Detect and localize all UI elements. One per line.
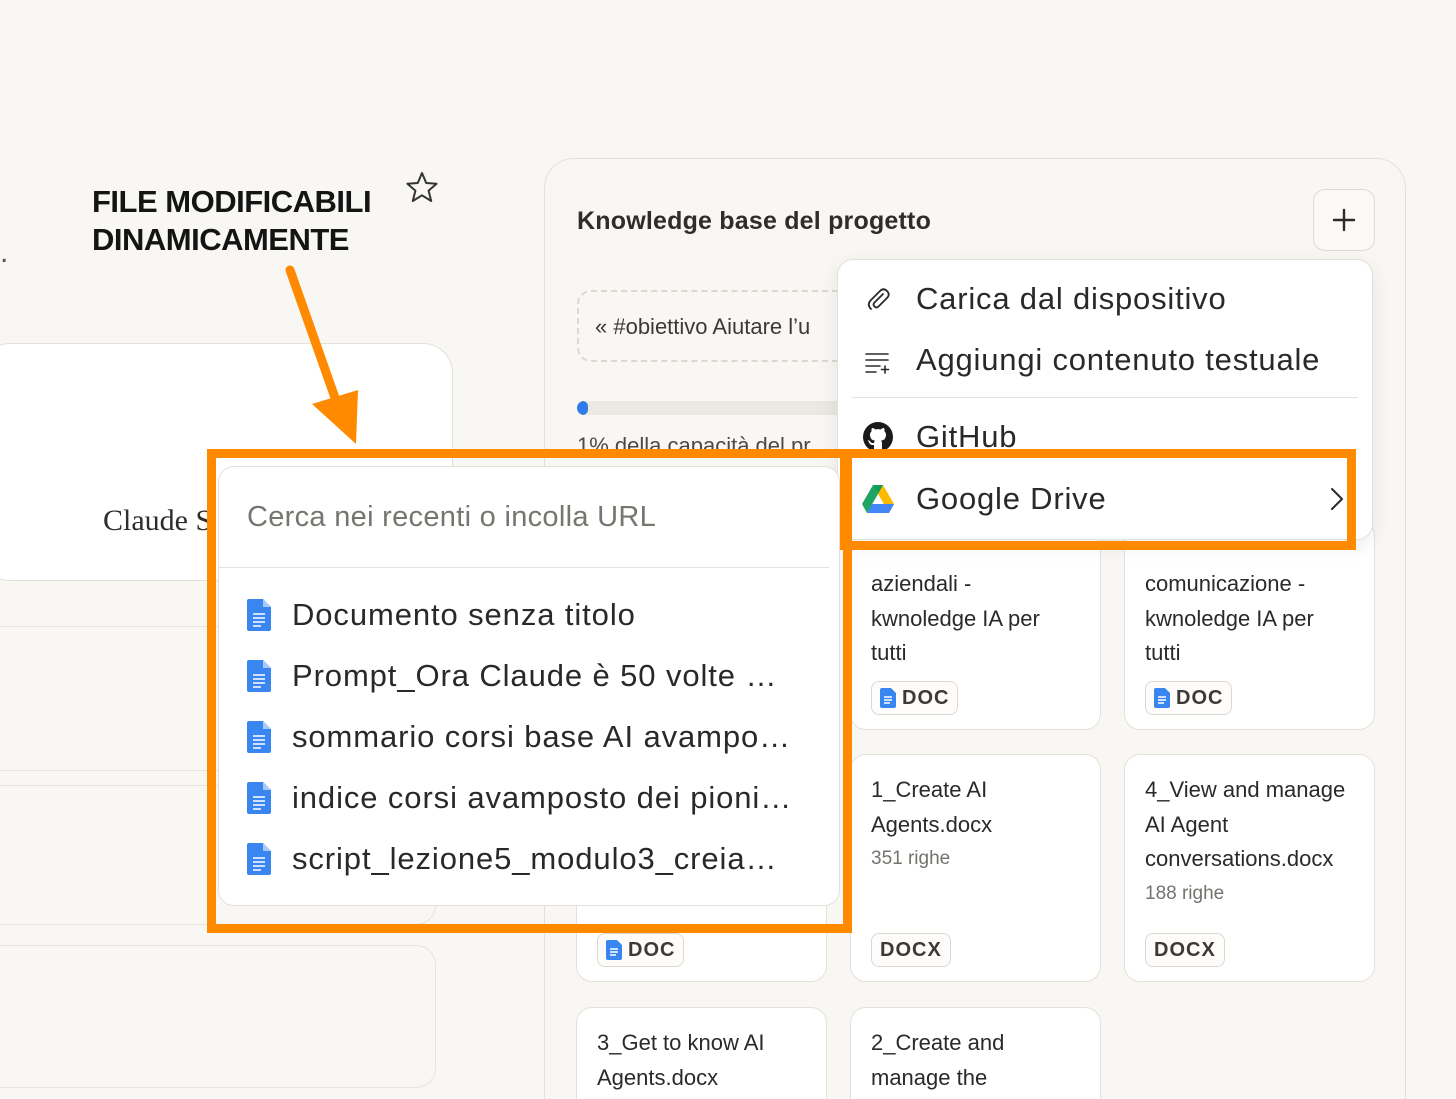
file-type-badge: DOCX — [871, 933, 951, 967]
doc-icon — [606, 940, 622, 960]
capacity-bar — [577, 401, 877, 415]
instructions-preview: « #obiettivo Aiutare l’u — [595, 314, 811, 339]
doc-icon — [880, 688, 896, 708]
add-knowledge-button[interactable] — [1313, 189, 1375, 251]
file-name: 4_View and manage AI Agent conversations… — [1145, 777, 1346, 871]
file-card[interactable]: aziendali - kwnoledge IA per tutti DOC — [850, 520, 1101, 730]
file-card[interactable]: comunicazione - kwnoledge IA per tutti D… — [1124, 520, 1375, 730]
file-name: 2_Create and manage the — [871, 1030, 1005, 1090]
file-type-badge: DOCX — [1145, 933, 1225, 967]
file-name: 3_Get to know AI Agents.docx — [597, 1030, 765, 1090]
file-name: 1_Create AI Agents.docx — [871, 777, 993, 837]
file-type-badge: DOC — [597, 933, 685, 967]
file-line-count: 351 righe — [871, 848, 951, 869]
annotation-label: FILE MODIFICABILI DINAMICAMENTE — [92, 183, 372, 259]
menu-item-upload[interactable]: Carica dal dispositivo — [838, 271, 1372, 327]
file-name: comunicazione - kwnoledge IA per tutti — [1145, 571, 1314, 665]
capacity-bar-fill — [577, 401, 588, 415]
file-line-count: 188 righe — [1145, 882, 1225, 904]
cut-off-text: . — [0, 236, 9, 269]
file-card[interactable]: 4_View and manage AI Agent conversations… — [1124, 754, 1375, 982]
project-instructions[interactable]: « #obiettivo Aiutare l’u — [577, 290, 877, 362]
doc-icon — [1154, 688, 1170, 708]
file-type-badge: DOC — [1145, 681, 1233, 715]
menu-item-add-text[interactable]: Aggiungi contenuto testuale — [838, 332, 1372, 388]
file-name: aziendali - kwnoledge IA per tutti — [871, 571, 1040, 665]
annotation-line-1: FILE MODIFICABILI — [92, 184, 372, 219]
file-type-badge: DOC — [871, 681, 959, 715]
model-selector-text[interactable]: Claude S — [103, 504, 212, 538]
star-icon[interactable] — [404, 170, 440, 206]
paperclip-icon — [862, 283, 894, 315]
google-drive-highlight — [840, 449, 1356, 550]
menu-divider — [852, 397, 1358, 398]
plus-icon — [1332, 208, 1356, 232]
annotation-line-2: DINAMICAMENTE — [92, 222, 350, 257]
file-card[interactable]: 2_Create and manage the — [850, 1007, 1101, 1099]
annotation-arrow — [285, 265, 358, 444]
knowledge-title: Knowledge base del progetto — [577, 207, 932, 235]
text-add-icon — [862, 344, 894, 376]
drive-submenu-highlight — [207, 449, 852, 933]
conversation-item[interactable] — [0, 945, 436, 1088]
file-card[interactable]: 1_Create AI Agents.docx 351 righe DOCX — [850, 754, 1101, 982]
file-card[interactable]: 3_Get to know AI Agents.docx — [576, 1007, 827, 1099]
